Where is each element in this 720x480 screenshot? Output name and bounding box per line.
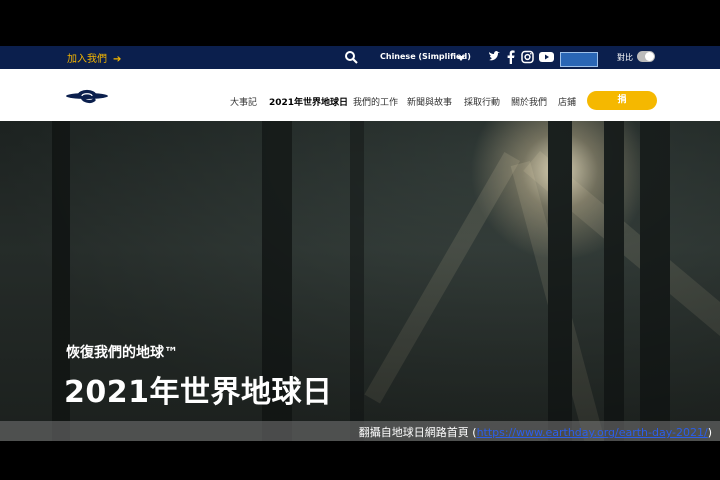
nav-item-earth-day-2021[interactable]: 2021年世界地球日 <box>269 95 348 108</box>
youtube-icon[interactable] <box>539 50 554 64</box>
join-us-label: 加入我們 <box>67 54 107 65</box>
source-caption: 翻攝自地球日網路首頁 (https://www.earthday.org/ear… <box>359 424 712 440</box>
charity-rating-badge[interactable] <box>560 52 598 67</box>
earthday-logo[interactable] <box>64 85 110 107</box>
nav-item-take-action[interactable]: 採取行動 <box>464 95 500 108</box>
nav-item-our-work[interactable]: 我們的工作 <box>353 95 398 108</box>
facebook-icon[interactable] <box>507 50 515 64</box>
nav-item-news-stories[interactable]: 新聞與故事 <box>407 95 452 108</box>
nav-item-shop[interactable]: 店鋪 <box>558 95 576 108</box>
chevron-down-icon[interactable] <box>457 56 465 61</box>
hero-headline: 2021年世界地球日 <box>64 375 333 410</box>
donate-button[interactable]: 捐 <box>587 91 657 110</box>
hero-banner: 恢復我們的地球™ 2021年世界地球日 <box>0 121 720 441</box>
instagram-icon[interactable] <box>521 50 534 64</box>
contrast-toggle[interactable] <box>637 51 655 62</box>
main-navigation: 大事記 2021年世界地球日 我們的工作 新聞與故事 採取行動 關於我們 店鋪 … <box>0 69 720 121</box>
caption-prefix: 翻攝自地球日網路首頁 ( <box>358 426 477 439</box>
arrow-right-icon: ➔ <box>113 54 122 65</box>
nav-item-about-us[interactable]: 關於我們 <box>511 95 547 108</box>
source-caption-bar: 翻攝自地球日網路首頁 (https://www.earthday.org/ear… <box>0 421 720 441</box>
hero-tagline: 恢復我們的地球™ <box>66 345 178 361</box>
top-utility-bar: 加入我們 ➔ Chinese (Simplified) 對比 <box>0 46 720 69</box>
search-icon[interactable] <box>344 50 358 64</box>
source-url-link[interactable]: https://www.earthday.org/earth-day-2021/ <box>477 426 708 439</box>
twitter-icon[interactable] <box>488 50 501 64</box>
contrast-label: 對比 <box>617 53 633 62</box>
join-us-link[interactable]: 加入我們 ➔ <box>67 50 121 65</box>
caption-suffix: ) <box>707 426 712 439</box>
nav-item-milestones[interactable]: 大事記 <box>230 95 257 108</box>
